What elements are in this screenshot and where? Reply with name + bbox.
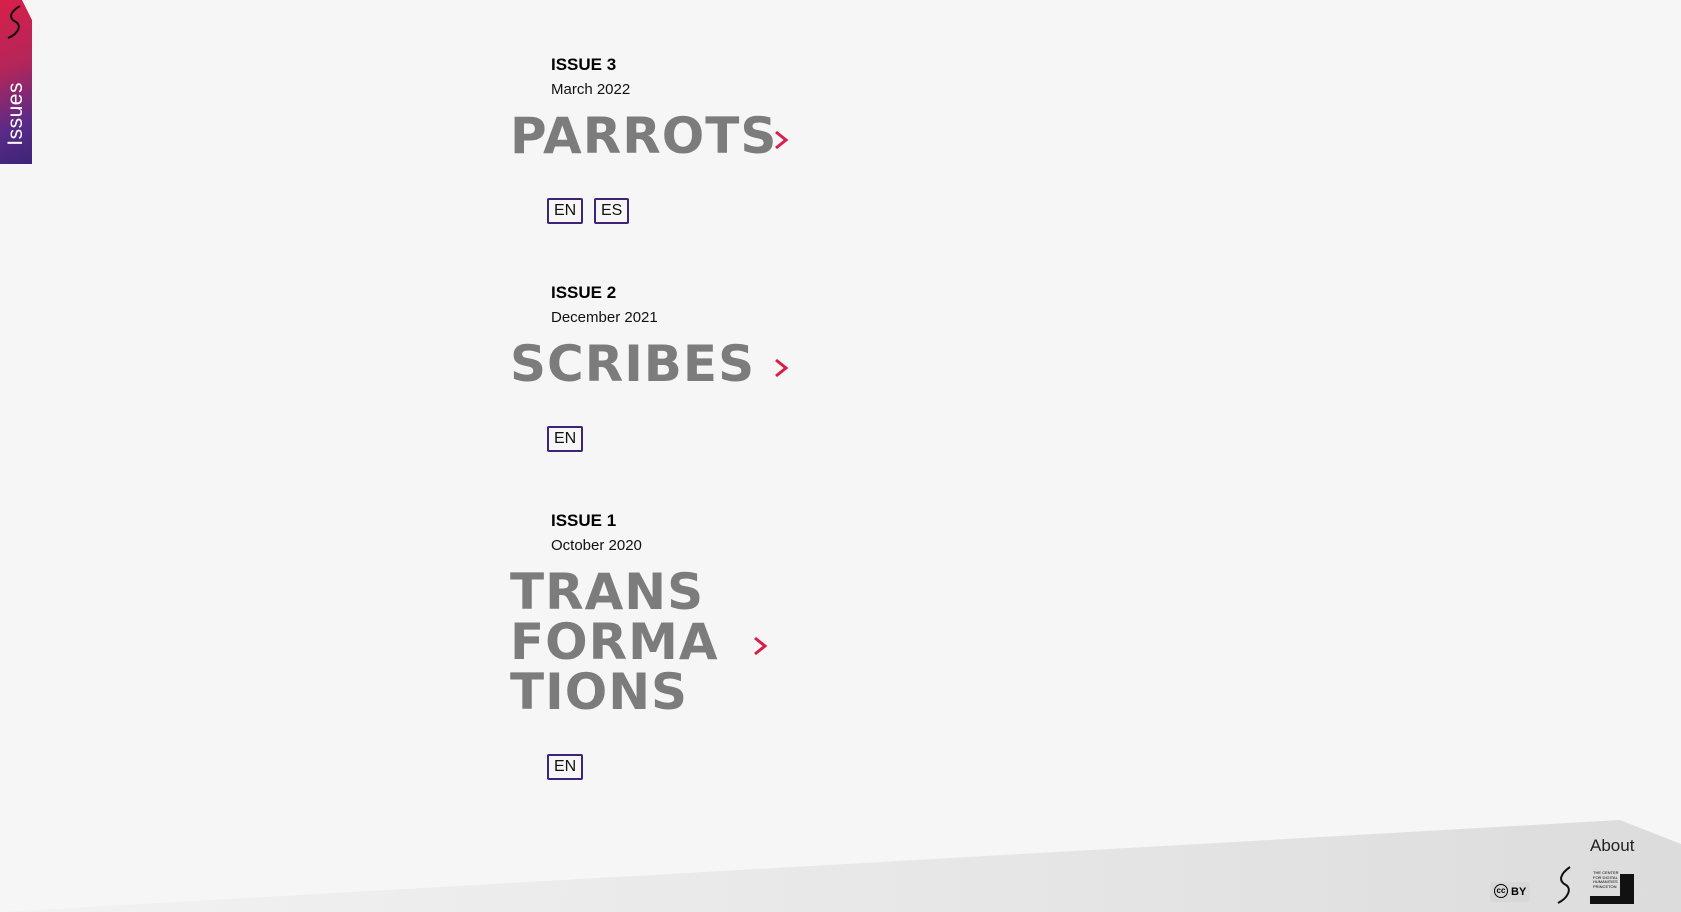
issue-title-link[interactable]: PARROTS (510, 111, 777, 161)
about-link[interactable]: About (1590, 836, 1634, 856)
by-label: BY (1511, 886, 1527, 898)
issues-tab-label: Issues (4, 82, 27, 146)
issues-tab[interactable]: Issues (0, 0, 32, 164)
s-logo-icon[interactable] (4, 2, 26, 42)
issue-date: October 2020 (551, 537, 642, 554)
s-logo-icon[interactable] (1554, 864, 1576, 906)
issue-number: ISSUE 1 (551, 511, 617, 530)
issue-number: ISSUE 3 (551, 55, 617, 74)
cc-icon: cc (1494, 884, 1508, 898)
chevron-right-icon[interactable] (772, 357, 790, 379)
language-button-en[interactable]: EN (547, 198, 584, 224)
issue-date: March 2022 (551, 81, 631, 98)
cc-license-badge[interactable]: cc BY (1490, 882, 1530, 902)
language-button-en[interactable]: EN (547, 426, 584, 452)
chevron-right-icon[interactable] (772, 129, 790, 151)
cdh-logo[interactable]: THE CENTER FOR DIGITAL HUMANITIES PRINCE… (1590, 868, 1636, 904)
language-button-es[interactable]: ES (594, 198, 630, 224)
cdh-logo-text: THE CENTER FOR DIGITAL HUMANITIES PRINCE… (1593, 870, 1619, 889)
footer-background (0, 820, 1681, 912)
chevron-right-icon[interactable] (751, 635, 769, 657)
language-button-en[interactable]: EN (547, 754, 584, 780)
issue-date: December 2021 (551, 309, 658, 326)
issue-number: ISSUE 2 (551, 283, 617, 302)
issue-title-link[interactable]: SCRIBES (510, 339, 755, 389)
issue-title-link[interactable]: TRANS FORMA TIONS (510, 567, 719, 717)
